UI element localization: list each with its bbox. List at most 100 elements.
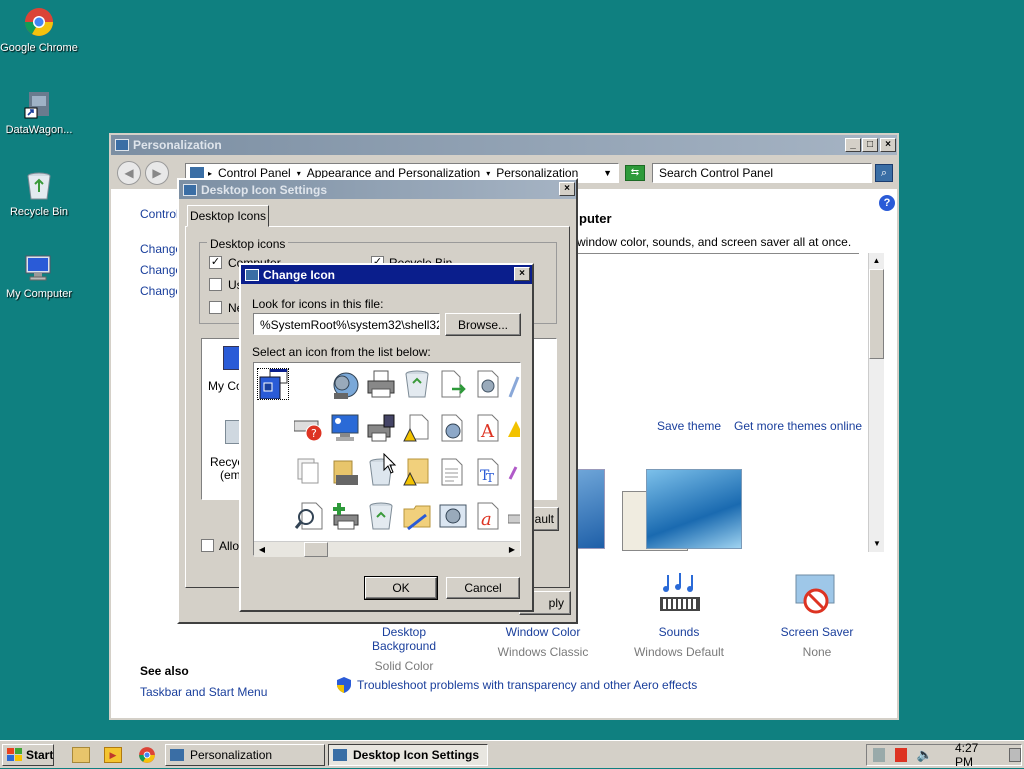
desktop-icon-my-computer[interactable]: My Computer bbox=[0, 252, 78, 300]
scroll-up-arrow[interactable]: ▲ bbox=[869, 253, 884, 269]
cancel-button[interactable]: Cancel bbox=[446, 577, 520, 599]
icon-recycle-bin[interactable] bbox=[402, 369, 432, 399]
task-label: Desktop Icon Settings bbox=[353, 748, 480, 762]
checkbox-user-files[interactable] bbox=[209, 278, 222, 291]
control-panel-icon bbox=[115, 139, 129, 151]
icon-network-monitor[interactable] bbox=[330, 413, 360, 443]
icon-recycle-bin-empty[interactable] bbox=[366, 501, 396, 531]
quicklaunch-media-icon[interactable]: ▶ bbox=[104, 747, 122, 763]
icon-grid-scrollbar[interactable]: ◀ ▶ bbox=[254, 541, 520, 557]
icon-truetype-font[interactable]: TT bbox=[474, 457, 504, 487]
sounds-item[interactable]: Sounds Windows Default bbox=[626, 567, 732, 659]
window-color-link[interactable]: Window Color bbox=[490, 625, 596, 639]
icon-printer[interactable] bbox=[366, 369, 396, 399]
left-link-change-1[interactable]: Change bbox=[140, 242, 182, 256]
icon-window-app[interactable] bbox=[257, 368, 289, 400]
troubleshoot-link[interactable]: Troubleshoot problems with transparency … bbox=[357, 678, 697, 692]
desktop-icons-group-label: Desktop icons bbox=[207, 237, 289, 251]
icon-printer-folder[interactable] bbox=[330, 457, 360, 487]
get-more-themes-link[interactable]: Get more themes online bbox=[734, 419, 862, 433]
icon-file-warning[interactable] bbox=[402, 413, 432, 443]
security-alert-icon[interactable] bbox=[894, 748, 907, 762]
scroll-thumb[interactable] bbox=[304, 542, 328, 557]
quicklaunch-chrome-icon[interactable] bbox=[138, 746, 156, 764]
icon-copy-pages[interactable] bbox=[294, 457, 324, 487]
screen-saver-link[interactable]: Screen Saver bbox=[764, 625, 870, 639]
icon-file-export[interactable] bbox=[438, 369, 468, 399]
icon-gear-window[interactable] bbox=[438, 501, 468, 531]
checkbox-allow-themes[interactable] bbox=[201, 539, 214, 552]
scroll-right-arrow[interactable]: ▶ bbox=[504, 542, 520, 557]
browse-button[interactable]: Browse... bbox=[445, 313, 521, 336]
theme-scrollbar[interactable]: ▲ ▼ bbox=[868, 253, 884, 552]
tab-desktop-icons[interactable]: Desktop Icons bbox=[187, 205, 269, 227]
desktop-icon-recycle-bin[interactable]: Recycle Bin bbox=[0, 170, 78, 218]
task-desktop-icon-settings[interactable]: Desktop Icon Settings bbox=[328, 744, 488, 766]
scroll-down-arrow[interactable]: ▼ bbox=[869, 536, 885, 552]
screen-saver-item[interactable]: Screen Saver None bbox=[764, 567, 870, 659]
checkbox-network[interactable] bbox=[209, 301, 222, 314]
scroll-thumb[interactable] bbox=[869, 269, 884, 359]
left-link-control-panel[interactable]: Control bbox=[140, 207, 179, 221]
dialog-close-button[interactable]: × bbox=[559, 182, 575, 196]
icon-printer-disk[interactable] bbox=[366, 413, 396, 443]
search-icon[interactable]: ⌕ bbox=[875, 164, 893, 182]
icon-folder-warning[interactable] bbox=[402, 457, 432, 487]
svg-text:a: a bbox=[481, 509, 492, 530]
browse-label: Browse... bbox=[457, 317, 508, 332]
theme-thumbnail-1[interactable] bbox=[577, 469, 605, 549]
theme-thumbnail-3[interactable] bbox=[646, 469, 742, 549]
icon-brush-partial[interactable] bbox=[508, 461, 520, 491]
desktop-icon-settings-title-bar[interactable]: Desktop Icon Settings bbox=[179, 180, 576, 199]
desktop-icon-datawagon[interactable]: DataWagon... bbox=[0, 88, 78, 136]
help-icon[interactable]: ? bbox=[879, 195, 895, 211]
start-button[interactable]: Start bbox=[2, 744, 54, 766]
icon-drive-partial[interactable] bbox=[507, 509, 520, 539]
apply-label: ply bbox=[548, 596, 564, 610]
quicklaunch-explorer-icon[interactable] bbox=[72, 747, 90, 763]
svg-text:T: T bbox=[486, 471, 494, 485]
icon-edit-partial[interactable] bbox=[508, 371, 520, 401]
chevron-down-icon: ▾ bbox=[486, 168, 491, 178]
icon-add-printer[interactable] bbox=[330, 501, 360, 531]
change-icon-close-button[interactable]: × bbox=[514, 267, 530, 281]
show-desktop-icon[interactable] bbox=[1008, 748, 1022, 762]
scroll-left-arrow[interactable]: ◀ bbox=[254, 542, 270, 557]
icon-font-a-italic[interactable]: a bbox=[474, 501, 504, 531]
icon-text-document[interactable] bbox=[438, 457, 468, 487]
checkbox-computer[interactable]: ✓ bbox=[209, 256, 222, 269]
icon-settings-page[interactable] bbox=[474, 369, 504, 399]
desktop-background-link[interactable]: Desktop Background bbox=[351, 625, 457, 653]
icon-drive-error[interactable]: ? bbox=[293, 413, 324, 443]
change-icon-title-bar[interactable]: Change Icon bbox=[241, 265, 532, 284]
ok-button[interactable]: OK bbox=[364, 576, 438, 600]
icon-file-input[interactable]: %SystemRoot%\system32\shell32.d bbox=[253, 313, 440, 335]
forward-button[interactable]: ▶ bbox=[145, 161, 169, 185]
save-theme-link[interactable]: Save theme bbox=[657, 419, 721, 433]
refresh-button[interactable]: ⇆ bbox=[625, 165, 645, 181]
taskbar-start-menu-link[interactable]: Taskbar and Start Menu bbox=[140, 685, 267, 699]
task-personalization[interactable]: Personalization bbox=[165, 744, 325, 766]
left-link-change-3[interactable]: Change bbox=[140, 284, 182, 298]
desktop-icon-chrome[interactable]: Google Chrome bbox=[0, 6, 78, 54]
chevron-down-icon: ▾ bbox=[296, 168, 301, 178]
icon-warning-partial[interactable] bbox=[508, 417, 520, 447]
address-dropdown-icon[interactable]: ▼ bbox=[603, 168, 612, 178]
clock[interactable]: 4:27 PM bbox=[955, 741, 993, 769]
close-button[interactable]: × bbox=[880, 138, 896, 152]
personalization-title-bar[interactable]: Personalization bbox=[111, 135, 897, 155]
icon-search-page[interactable] bbox=[294, 501, 324, 531]
chrome-icon bbox=[23, 6, 55, 38]
icon-font-a[interactable]: A bbox=[474, 413, 504, 443]
icon-network-globe[interactable] bbox=[330, 371, 360, 401]
left-link-change-2[interactable]: Change bbox=[140, 263, 182, 277]
minimize-button[interactable]: _ bbox=[845, 138, 861, 152]
icon-folder-edit[interactable] bbox=[402, 501, 432, 531]
volume-icon[interactable]: 🔈 bbox=[917, 747, 933, 763]
search-input[interactable]: Search Control Panel bbox=[652, 163, 872, 183]
sounds-link[interactable]: Sounds bbox=[626, 625, 732, 639]
maximize-button[interactable]: □ bbox=[862, 138, 878, 152]
back-button[interactable]: ◀ bbox=[117, 161, 141, 185]
network-icon[interactable] bbox=[873, 748, 885, 762]
icon-gear-page[interactable] bbox=[438, 413, 468, 443]
